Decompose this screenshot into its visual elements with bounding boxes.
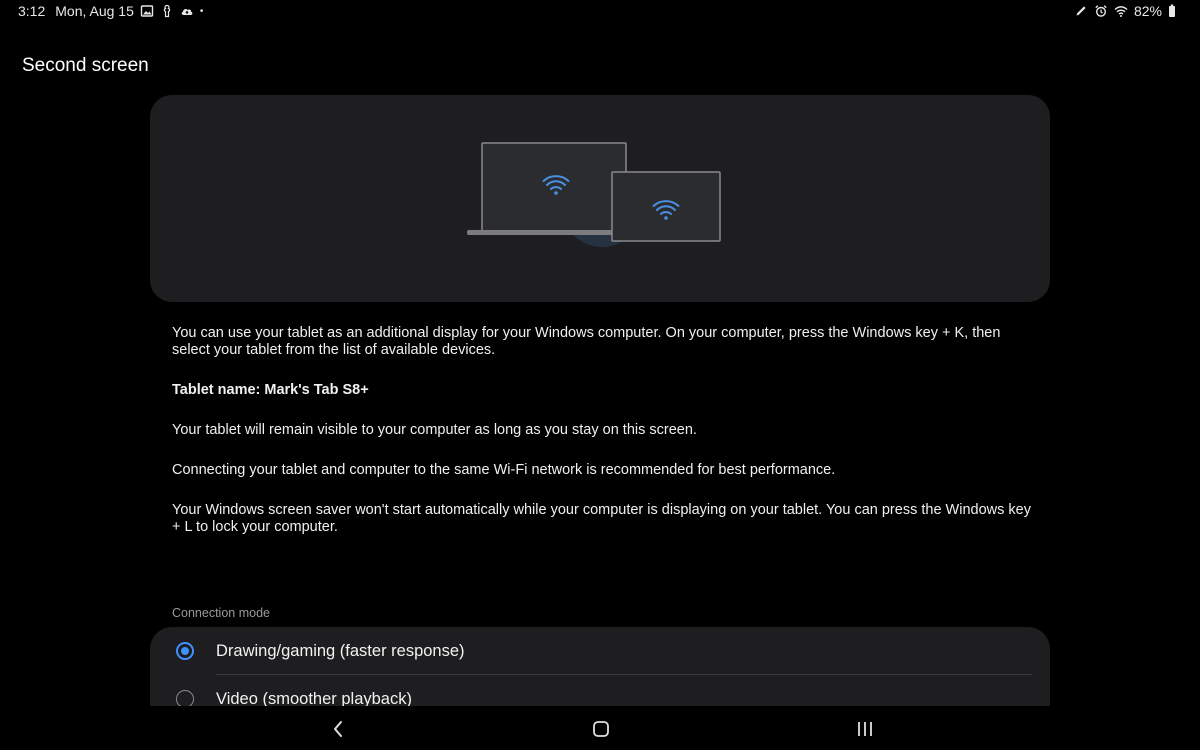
home-icon — [593, 721, 609, 737]
status-bar: 3:12 Mon, Aug 15 • 82% — [0, 0, 1200, 24]
home-button[interactable] — [586, 716, 616, 742]
back-button[interactable] — [323, 716, 353, 742]
wifi-note: Connecting your tablet and computer to t… — [172, 462, 836, 478]
status-date: Mon, Aug 15 — [55, 3, 134, 19]
radio-button-selected[interactable] — [176, 642, 194, 660]
notification-icon — [160, 4, 174, 18]
page-title: Second screen — [22, 55, 149, 76]
alarm-icon — [1094, 4, 1108, 18]
tablet-name: Tablet name: Mark's Tab S8+ — [172, 382, 369, 398]
gallery-icon — [140, 4, 154, 18]
status-left: 3:12 Mon, Aug 15 • — [18, 3, 203, 19]
pen-icon — [1074, 4, 1088, 18]
battery-percentage: 82% — [1133, 3, 1162, 19]
second-screen-settings: 3:12 Mon, Aug 15 • 82% Second screen You… — [0, 0, 1200, 750]
tablet-illustration — [611, 171, 721, 242]
status-time: 3:12 — [18, 3, 46, 19]
intro-text: You can use your tablet as an additional… — [172, 325, 1001, 358]
connection-mode-label: Connection mode — [172, 606, 270, 620]
status-dot: • — [199, 5, 204, 17]
option-label: Drawing/gaming (faster response) — [216, 641, 465, 660]
battery-icon — [1168, 4, 1176, 18]
option-drawing-gaming[interactable]: Drawing/gaming (faster response) — [150, 627, 1050, 675]
recent-apps-button[interactable] — [850, 716, 880, 742]
illustration-card — [150, 95, 1050, 302]
second-screen-illustration — [467, 142, 721, 247]
wifi-icon — [1114, 4, 1128, 18]
screensaver-note: Your Windows screen saver won't start au… — [172, 502, 1031, 535]
navigation-bar — [0, 706, 1200, 750]
recent-apps-icon — [858, 722, 872, 736]
visibility-note: Your tablet will remain visible to your … — [172, 422, 697, 438]
cloud-upload-icon — [180, 4, 194, 18]
back-icon — [334, 721, 342, 737]
status-right: 82% — [1074, 3, 1176, 19]
